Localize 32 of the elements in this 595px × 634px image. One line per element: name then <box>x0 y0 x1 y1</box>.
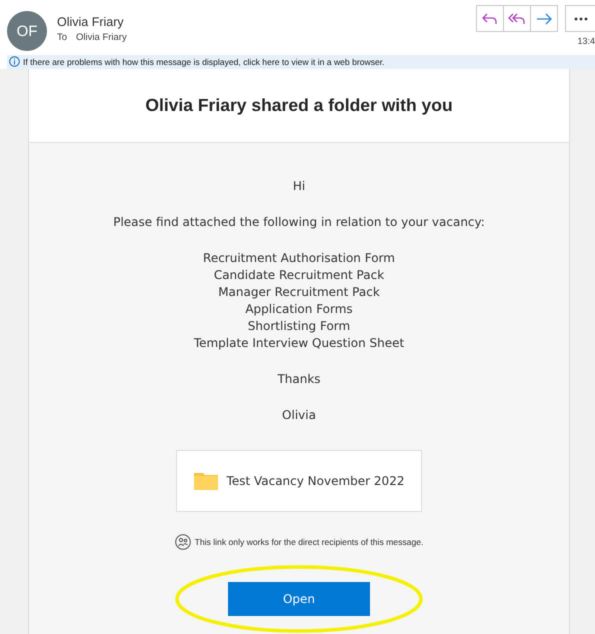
sender-name: Olivia Friary <box>57 15 125 29</box>
folder-icon <box>194 472 218 490</box>
attachment-name: Template Interview Question Sheet <box>194 336 404 350</box>
arrow-right-icon <box>536 12 552 26</box>
folder-name: Test Vacancy November 2022 <box>226 474 404 488</box>
signature-text: Olivia <box>282 408 316 422</box>
recipient-name: Olivia Friary <box>76 32 127 43</box>
greeting-text: Hi <box>292 179 306 193</box>
attachment-name: Recruitment Authorisation Form <box>203 251 395 265</box>
attachment-name: Shortlisting Form <box>248 319 350 333</box>
forward-button[interactable] <box>530 5 558 32</box>
attachment-name: Application Forms <box>245 302 353 316</box>
open-button[interactable]: Open <box>228 582 370 616</box>
reply-icon <box>482 12 498 26</box>
more-button[interactable] <box>565 5 595 32</box>
reply-all-button[interactable] <box>503 5 531 32</box>
intro-text: Please find attached the following in relation to your vacancy: <box>113 215 485 229</box>
reply-all-icon <box>508 12 526 26</box>
thanks-text: Thanks <box>277 372 321 386</box>
avatar: OF <box>7 11 47 51</box>
info-bar[interactable]: If there are problems with how this message is displayed, click here to view it in a web browser. <box>7 54 595 69</box>
attachment-name: Manager Recruitment Pack <box>218 285 380 299</box>
reply-button[interactable] <box>476 5 504 32</box>
info-text: If there are problems with how this message is displayed, click here to view it in a web browser. <box>23 56 385 67</box>
notice-text: This link only works for the direct recipients of this message. <box>194 537 424 547</box>
to-label: To <box>57 32 68 43</box>
time-label: 13:4 <box>577 36 595 46</box>
card-title: Olivia Friary shared a folder with you <box>145 95 453 116</box>
info-icon <box>9 56 20 68</box>
more-icon <box>574 16 588 20</box>
attachment-name: Candidate Recruitment Pack <box>214 268 384 282</box>
folder-card[interactable]: Test Vacancy November 2022 <box>176 450 422 512</box>
